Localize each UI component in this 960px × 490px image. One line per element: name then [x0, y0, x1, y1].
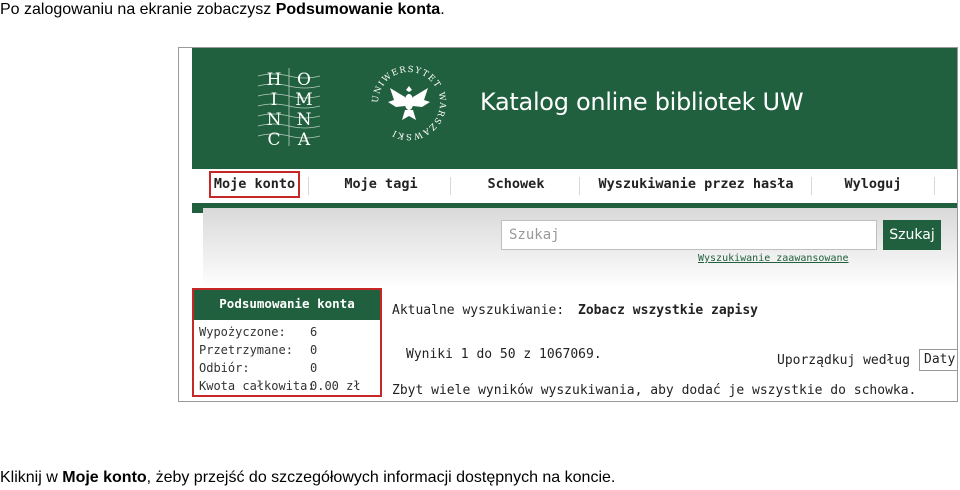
- sort-label: Uporządkuj według: [777, 353, 911, 368]
- view-all-records-link[interactable]: Zobacz wszystkie zapisy: [578, 303, 758, 318]
- too-many-results-notice: Zbyt wiele wyników wyszukiwania, aby dod…: [392, 383, 917, 398]
- site-title: Katalog online bibliotek UW: [480, 88, 804, 116]
- nav-divider: [450, 177, 451, 195]
- highlight-frame: [209, 171, 300, 198]
- main-navigation: Moje konto Moje tagi Schowek Wyszukiwani…: [192, 169, 957, 203]
- search-input[interactable]: [501, 220, 877, 250]
- svg-text:N: N: [267, 110, 282, 130]
- catalog-screenshot: H O I M N N C A UNIWERSYTET WARSZAWSKI K…: [178, 47, 958, 402]
- svg-text:M: M: [295, 90, 312, 110]
- summary-row-kwota: Kwota całkowita: 0.00 zł: [199, 379, 361, 393]
- svg-text:N: N: [297, 110, 312, 130]
- nav-wyloguj[interactable]: Wyloguj: [813, 169, 933, 203]
- svg-text:I: I: [271, 90, 278, 110]
- summary-label: Wypożyczone:: [199, 325, 286, 339]
- svg-text:O: O: [297, 70, 311, 90]
- summary-row-odbior: Odbiór: 0: [199, 361, 317, 375]
- university-seal-icon: UNIWERSYTET WARSZAWSKI: [371, 65, 446, 141]
- nav-divider: [308, 177, 309, 195]
- summary-value: 0.00 zł: [310, 379, 361, 393]
- results-count: Wyniki 1 do 50 z 1067069.: [406, 347, 602, 362]
- summary-row-przetrzymane: Przetrzymane: 0: [199, 343, 317, 357]
- nav-schowek[interactable]: Schowek: [452, 169, 580, 203]
- advanced-search-link[interactable]: Wyszukiwanie zaawansowane: [698, 253, 849, 264]
- hominum-logo-icon: H O I M N N C A: [258, 68, 320, 146]
- nav-divider: [934, 177, 935, 195]
- summary-value: 0: [310, 343, 318, 357]
- summary-label: Przetrzymane:: [199, 343, 293, 357]
- summary-label: Odbiór:: [199, 361, 250, 375]
- summary-value: 6: [310, 325, 318, 339]
- instruction-caption-top: Po zalogowaniu na ekranie zobaczysz Pods…: [0, 1, 445, 18]
- sort-select[interactable]: Daty: [919, 349, 957, 371]
- nav-divider: [811, 177, 812, 195]
- svg-text:A: A: [297, 130, 311, 146]
- nav-moje-tagi[interactable]: Moje tagi: [310, 169, 452, 203]
- summary-label: Kwota całkowita:: [199, 379, 315, 393]
- summary-value: 0: [310, 361, 318, 375]
- current-search-label: Aktualne wyszukiwanie:: [392, 303, 565, 318]
- nav-wyszukiwanie-przez-hasla[interactable]: Wyszukiwanie przez hasła: [581, 169, 811, 203]
- nav-divider: [579, 177, 580, 195]
- account-summary-box: Podsumowanie konta Wypożyczone: 6 Przetrz…: [192, 288, 382, 397]
- summary-row-wypozyczone: Wypożyczone: 6: [199, 325, 317, 339]
- svg-text:C: C: [267, 130, 280, 146]
- search-button[interactable]: Szukaj: [883, 220, 941, 250]
- svg-text:H: H: [267, 70, 282, 90]
- account-summary-title[interactable]: Podsumowanie konta: [194, 290, 380, 320]
- instruction-caption-bottom: Kliknij w Moje konto, żeby przejść do sz…: [0, 469, 616, 486]
